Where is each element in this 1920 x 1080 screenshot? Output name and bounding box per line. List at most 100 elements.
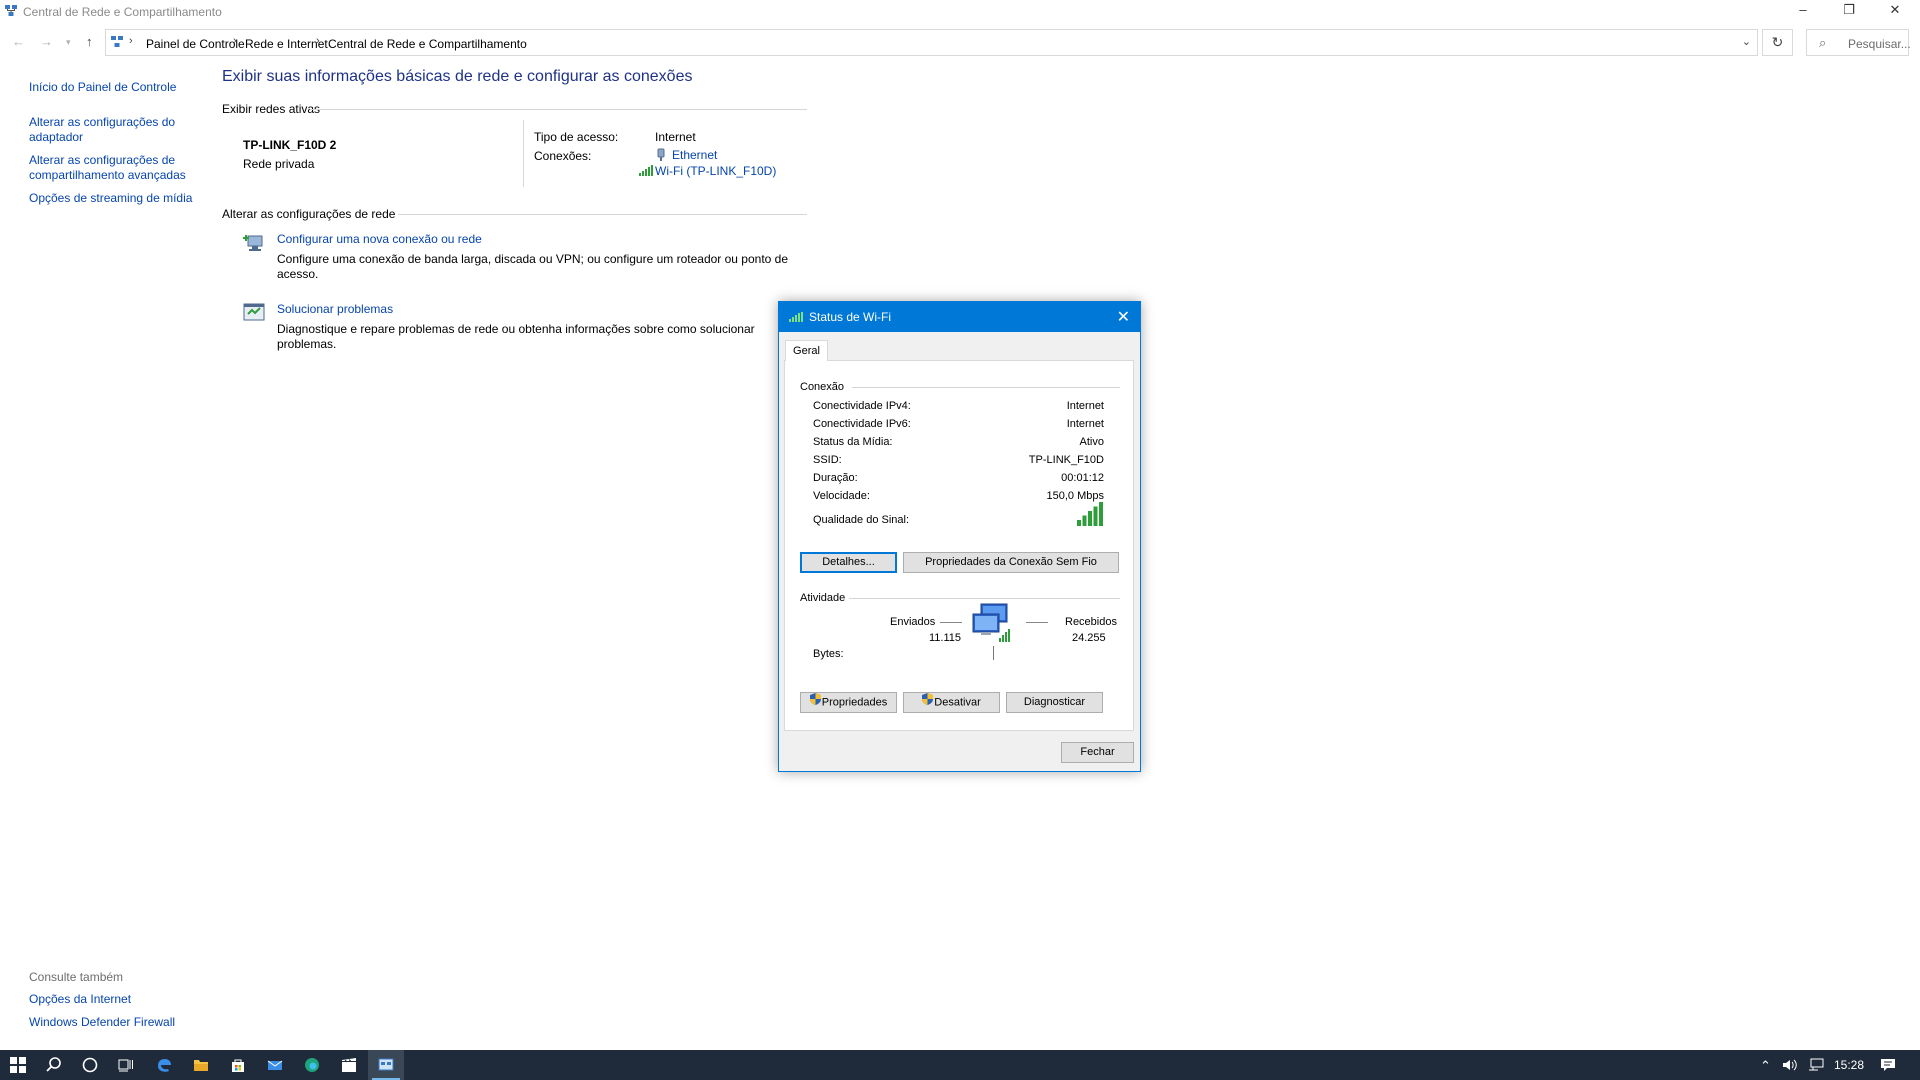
bytes-received-value: 24.255 <box>1072 632 1106 644</box>
start-button[interactable] <box>0 1050 36 1080</box>
access-type-label: Tipo de acesso: <box>534 130 619 144</box>
up-arrow-icon[interactable]: ↑ <box>86 34 93 49</box>
edge-icon[interactable] <box>294 1050 330 1080</box>
duration-label: Duração: <box>813 472 858 484</box>
disable-button[interactable]: Desativar <box>903 692 1000 713</box>
setup-new-connection-link[interactable]: Configurar uma nova conexão ou rede <box>277 232 482 246</box>
refresh-icon: ↻ <box>1771 34 1784 50</box>
store-icon[interactable] <box>220 1050 256 1080</box>
network-center-taskbar-button[interactable] <box>368 1050 404 1080</box>
speed-label: Velocidade: <box>813 490 870 502</box>
ipv4-value: Internet <box>1066 400 1104 412</box>
divider <box>1026 622 1048 623</box>
close-icon[interactable]: ✕ <box>1117 307 1130 327</box>
tab-panel-general: Conexão Conectividade IPv4: Internet Con… <box>784 360 1134 731</box>
link-internet-options[interactable]: Opções da Internet <box>29 992 199 1007</box>
volume-icon[interactable] <box>1782 1058 1798 1075</box>
task-view-icon[interactable] <box>108 1050 144 1080</box>
admin-shield-icon <box>809 693 821 712</box>
network-type: Rede privada <box>243 157 315 171</box>
ipv6-value: Internet <box>1066 418 1104 430</box>
details-button[interactable]: Detalhes... <box>800 552 897 573</box>
forward-arrow-icon[interactable]: → <box>40 34 53 49</box>
divider <box>849 598 1120 599</box>
search-icon: ⌕ <box>1819 35 1827 50</box>
network-tray-icon[interactable] <box>1808 1058 1824 1075</box>
tab-general[interactable]: Geral <box>785 340 828 361</box>
wifi-signal-icon <box>789 311 803 325</box>
media-app-icon[interactable] <box>331 1050 367 1080</box>
disable-button-label: Desativar <box>934 696 981 709</box>
refresh-button[interactable]: ↻ <box>1762 29 1793 56</box>
link-media-streaming[interactable]: Opções de streaming de mídia <box>29 191 209 206</box>
wifi-signal-icon <box>638 164 654 179</box>
signal-bar <box>1077 520 1081 526</box>
change-settings-heading: Alterar as configurações de rede <box>222 207 396 221</box>
recent-chevron-icon[interactable]: ▾ <box>66 37 71 48</box>
new-connection-icon <box>242 232 266 257</box>
file-explorer-icon[interactable] <box>183 1050 219 1080</box>
control-panel-window: Central de Rede e Compartilhamento – ❐ ✕… <box>0 0 1920 1050</box>
mail-icon[interactable] <box>257 1050 293 1080</box>
signal-quality-icon <box>1075 502 1105 529</box>
edge-legacy-icon[interactable] <box>146 1050 182 1080</box>
signal-bar <box>1088 511 1092 526</box>
notifications-icon[interactable] <box>1880 1058 1896 1075</box>
divider <box>523 120 524 187</box>
troubleshoot-link[interactable]: Solucionar problemas <box>277 302 393 316</box>
bytes-sent-value: 11.115 <box>929 632 962 644</box>
ssid-value: TP-LINK_F10D <box>1028 454 1104 466</box>
show-hidden-icons-icon[interactable]: ⌃ <box>1760 1058 1771 1074</box>
divider <box>940 622 962 623</box>
main-content: Exibir suas informações básicas de rede … <box>222 60 807 360</box>
speed-value: 150,0 Mbps <box>1046 490 1104 502</box>
ipv4-label: Conectividade IPv4: <box>813 400 911 412</box>
media-status-value: Ativo <box>1079 436 1104 448</box>
cortana-icon[interactable] <box>72 1050 108 1080</box>
troubleshoot-icon <box>242 302 266 327</box>
page-title: Exibir suas informações básicas de rede … <box>222 68 693 85</box>
bytes-label: Bytes: <box>813 648 844 660</box>
properties-button-label: Propriedades <box>821 696 888 709</box>
activity-group-heading: Atividade <box>800 592 846 604</box>
ethernet-icon <box>655 148 667 165</box>
divider <box>852 387 1120 388</box>
breadcrumb-separator: › <box>129 35 133 47</box>
troubleshoot-description: Diagnostique e repare problemas de rede … <box>277 322 755 351</box>
link-adapter-settings[interactable]: Alterar as configurações do adaptador <box>29 115 179 145</box>
search-box[interactable]: ⌕ Pesquisar... <box>1806 29 1911 56</box>
dialog-title-bar: Status de Wi-Fi ✕ <box>779 302 1140 332</box>
close-button[interactable]: Fechar <box>1061 742 1134 763</box>
connection-wifi-label: Wi-Fi (TP-LINK_F10D) <box>655 164 777 178</box>
connections-label: Conexões: <box>534 149 592 163</box>
minimize-button[interactable]: – <box>1780 0 1826 24</box>
back-arrow-icon[interactable]: ← <box>12 34 25 49</box>
close-window-button[interactable]: ✕ <box>1872 0 1918 24</box>
link-control-panel-home[interactable]: Início do Painel de Controle <box>29 80 199 95</box>
sent-label: Enviados <box>890 616 936 628</box>
link-advanced-sharing[interactable]: Alterar as configurações de compartilham… <box>29 153 194 183</box>
duration-value: 00:01:12 <box>1061 472 1104 484</box>
diagnose-button[interactable]: Diagnosticar <box>1006 692 1103 713</box>
breadcrumb-separator: › <box>233 35 237 47</box>
dialog-title: Status de Wi-Fi <box>809 310 892 324</box>
media-status-label: Status da Mídia: <box>813 436 893 448</box>
network-name: TP-LINK_F10D 2 <box>243 138 337 152</box>
search-icon[interactable] <box>36 1050 72 1080</box>
signal-quality-label: Qualidade do Sinal: <box>813 514 910 526</box>
search-placeholder: Pesquisar... <box>1848 37 1911 51</box>
address-dropdown-icon[interactable]: ⌄ <box>1742 35 1751 48</box>
admin-shield-icon <box>922 693 934 712</box>
breadcrumb-control-panel[interactable]: Painel de Controle <box>146 37 245 51</box>
wireless-properties-button[interactable]: Propriedades da Conexão Sem Fio <box>903 552 1119 573</box>
link-defender-firewall[interactable]: Windows Defender Firewall <box>29 1015 199 1030</box>
title-bar: Central de Rede e Compartilhamento – ❐ ✕ <box>0 0 1920 24</box>
clock[interactable]: 15:28 <box>1834 1058 1864 1072</box>
address-bar[interactable]: › Painel de Controle › Rede e Internet ›… <box>105 29 1758 56</box>
ssid-label: SSID: <box>813 454 842 466</box>
breadcrumb-network-center[interactable]: Central de Rede e Compartilhamento <box>328 37 527 51</box>
network-computers-icon <box>971 602 1019 663</box>
properties-button[interactable]: Propriedades <box>800 692 897 713</box>
restore-button[interactable]: ❐ <box>1826 0 1872 24</box>
breadcrumb-separator: › <box>316 35 320 47</box>
